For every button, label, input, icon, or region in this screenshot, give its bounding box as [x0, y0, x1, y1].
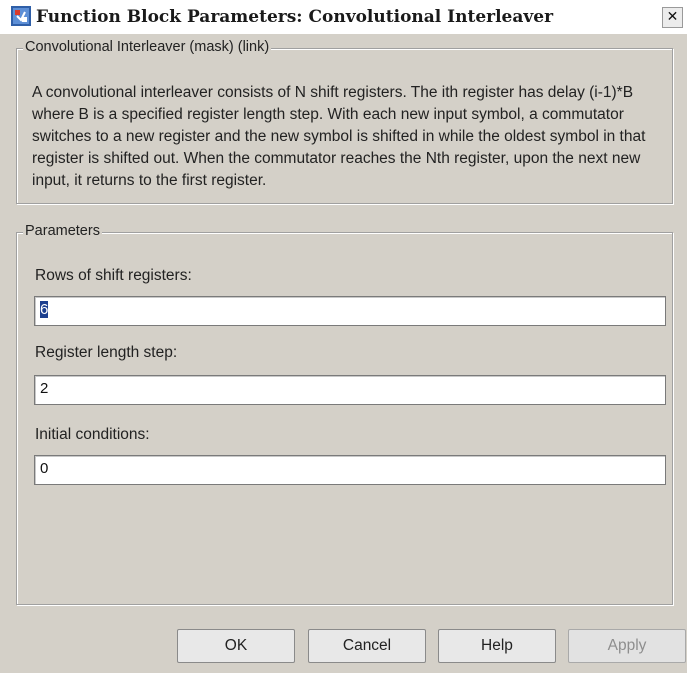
- close-icon: ✕: [666, 9, 679, 25]
- initial-conditions-label: Initial conditions:: [35, 426, 150, 443]
- initial-conditions-value: 0: [40, 460, 49, 477]
- apply-button[interactable]: Apply: [568, 629, 686, 663]
- dialog-window: Function Block Parameters: Convolutional…: [0, 0, 687, 673]
- rows-of-shift-registers-input[interactable]: 6: [34, 296, 666, 326]
- register-length-step-input[interactable]: 2: [34, 375, 666, 405]
- parameters-group: Parameters: [16, 223, 673, 605]
- title-bar[interactable]: Function Block Parameters: Convolutional…: [0, 0, 687, 35]
- rows-of-shift-registers-label: Rows of shift registers:: [35, 267, 192, 284]
- help-button[interactable]: Help: [438, 629, 556, 663]
- register-length-step-value: 2: [40, 380, 49, 397]
- initial-conditions-input[interactable]: 0: [34, 455, 666, 485]
- simulink-block-icon: [11, 6, 31, 26]
- description-group-legend: Convolutional Interleaver (mask) (link): [23, 39, 272, 55]
- rows-of-shift-registers-value: 6: [40, 301, 49, 318]
- dialog-content: Convolutional Interleaver (mask) (link) …: [0, 34, 687, 673]
- cancel-button[interactable]: Cancel: [308, 629, 426, 663]
- block-description: A convolutional interleaver consists of …: [32, 84, 646, 189]
- ok-button[interactable]: OK: [177, 629, 295, 663]
- parameters-group-legend: Parameters: [23, 223, 102, 239]
- register-length-step-label: Register length step:: [35, 344, 178, 361]
- close-button[interactable]: ✕: [662, 7, 683, 28]
- window-title: Function Block Parameters: Convolutional…: [36, 7, 554, 27]
